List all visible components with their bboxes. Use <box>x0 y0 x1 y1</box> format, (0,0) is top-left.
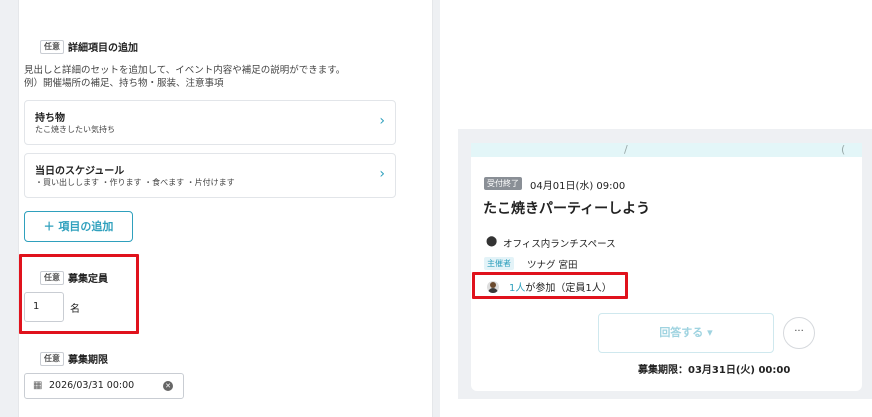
capacity-input[interactable]: 1 <box>24 292 64 322</box>
deadline-date-input[interactable]: ▦ 2026/03/31 00:00 ✕ <box>24 373 184 399</box>
optional-tag: 任意 <box>40 270 64 285</box>
participants-link[interactable]: 1人 <box>509 283 525 294</box>
banner-decoration: / <box>624 143 628 156</box>
detail-item-subtitle: たこ焼きしたい気持ち <box>35 125 115 134</box>
detail-item-card[interactable]: 当日のスケジュール ・買い出しします ・作ります ・食べます ・片付けます › <box>24 153 396 198</box>
capacity-section-header: 任意 募集定員 <box>40 270 108 285</box>
detail-item-title: 当日のスケジュール <box>35 166 125 177</box>
calendar-icon: ▦ <box>33 380 43 391</box>
chevron-right-icon: › <box>379 113 385 129</box>
details-description-line2: 例）開催場所の補足、持ち物・服装、注意事項 <box>24 78 224 89</box>
location-pin-icon: ⬤ <box>486 236 498 247</box>
event-title: たこ焼きパーティーしよう <box>483 201 651 217</box>
event-location: オフィス内ランチスペース <box>503 239 616 250</box>
deadline-date-value: 2026/03/31 00:00 <box>49 380 135 391</box>
clear-icon[interactable]: ✕ <box>163 381 173 391</box>
banner-decoration: ( <box>841 143 846 156</box>
event-deadline: 募集期限：03月31日(火) 00:00 <box>638 365 791 376</box>
participants-summary: 1人が参加（定員1人） <box>509 279 612 294</box>
host-badge: 主催者 <box>484 257 514 270</box>
details-section-header: 任意 詳細項目の追加 <box>40 39 138 54</box>
participants-text: が参加（定員1人） <box>525 283 612 294</box>
answer-button[interactable]: 回答する ▾ <box>598 313 774 353</box>
add-item-button[interactable]: ＋ 項目の追加 <box>24 211 133 242</box>
host-name: ツナグ 宮田 <box>527 260 578 271</box>
event-banner-image: / ( <box>471 143 862 157</box>
detail-item-title: 持ち物 <box>35 113 65 124</box>
avatar <box>487 281 499 293</box>
deadline-section-title: 募集期限 <box>68 355 108 366</box>
detail-item-card[interactable]: 持ち物 たこ焼きしたい気持ち › <box>24 100 396 145</box>
event-datetime: 04月01日(水) 09:00 <box>530 181 626 192</box>
capacity-unit: 名 <box>70 304 80 315</box>
details-section-title: 詳細項目の追加 <box>68 43 138 54</box>
capacity-section-title: 募集定員 <box>68 274 108 285</box>
deadline-section-header: 任意 募集期限 <box>40 351 108 366</box>
avatar-body <box>488 288 498 293</box>
details-description-line1: 見出しと詳細のセットを追加して、イベント内容や補足の説明ができます。 <box>24 65 346 76</box>
detail-item-subtitle: ・買い出しします ・作ります ・食べます ・片付けます <box>35 178 235 187</box>
optional-tag: 任意 <box>40 351 64 366</box>
more-options-button[interactable]: ··· <box>783 317 815 349</box>
chevron-right-icon: › <box>379 166 385 182</box>
status-badge: 受付終了 <box>484 177 522 190</box>
optional-tag: 任意 <box>40 39 64 54</box>
